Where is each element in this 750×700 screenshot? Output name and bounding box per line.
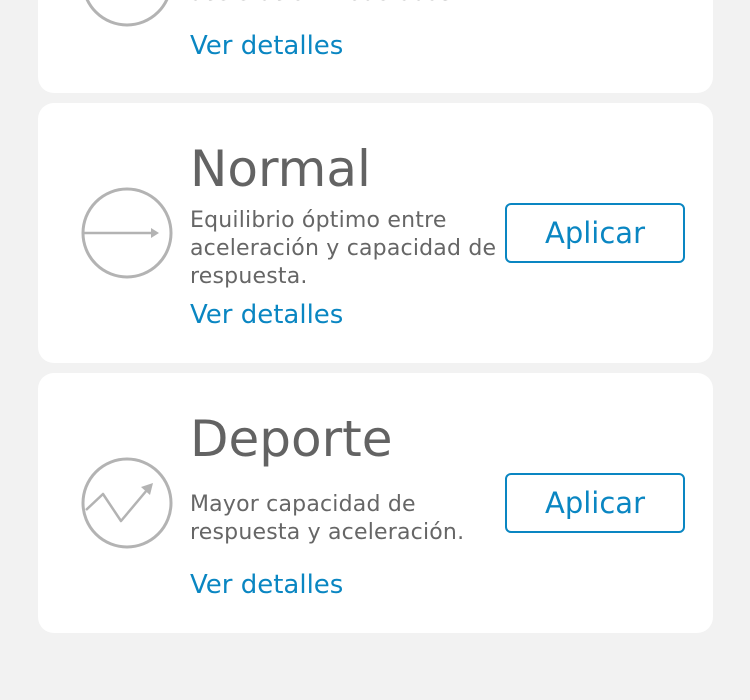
mode-title: Normal [190,140,371,198]
driving-mode-card-previous: aceleración moderadas. Ver detalles [38,0,713,93]
mode-description: Mayor capacidad de respuesta y aceleraci… [190,492,465,545]
mode-description: Equilibrio óptimo entre aceleración y ca… [190,208,497,289]
view-details-link[interactable]: Ver detalles [190,572,343,598]
driving-mode-card-sport: Deporte Mayor capacidad de respuesta y a… [38,373,713,633]
zigzag-arrow-circle-icon [81,457,173,549]
view-details-link[interactable]: Ver detalles [190,302,343,328]
circle-icon [81,0,173,27]
arrow-right-circle-icon [81,187,173,279]
mode-description: aceleración moderadas. [190,0,505,8]
driving-mode-card-normal: Normal Equilibrio óptimo entre aceleraci… [38,103,713,363]
apply-button[interactable]: Aplicar [505,203,685,263]
mode-title: Deporte [190,410,393,468]
view-details-link[interactable]: Ver detalles [190,33,343,59]
apply-button[interactable]: Aplicar [505,473,685,533]
